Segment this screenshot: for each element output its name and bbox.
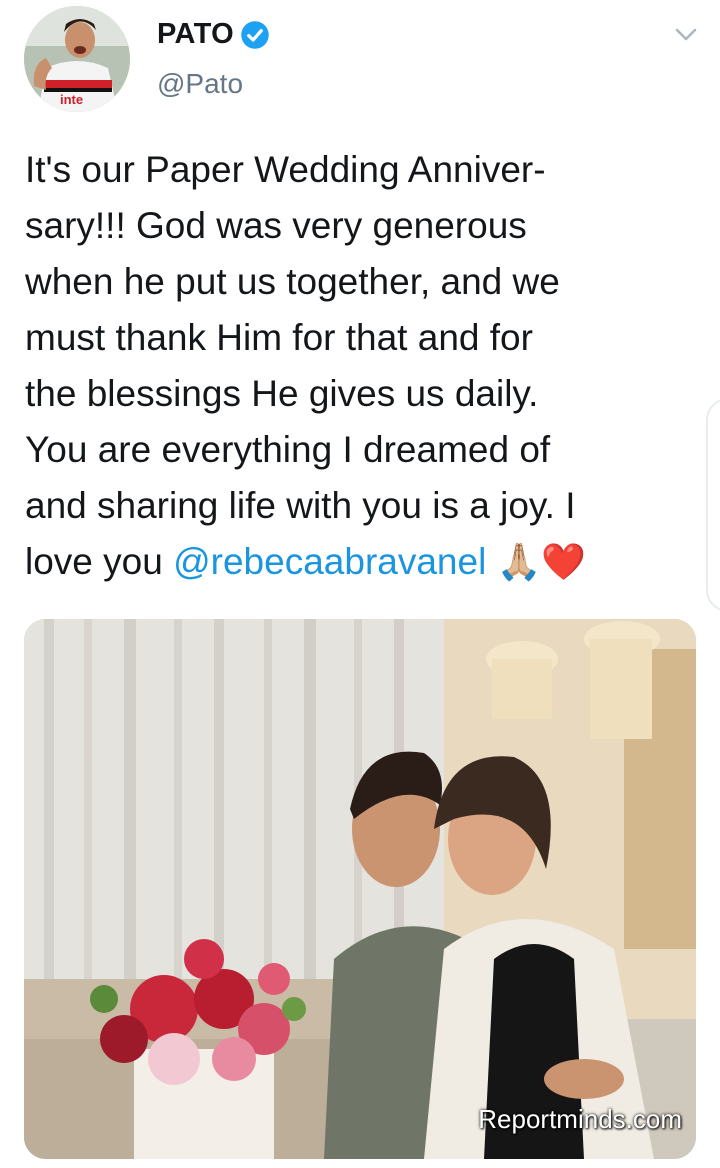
tweet-text-line: It's our Paper Wedding Anniver- — [25, 149, 546, 190]
watermark: Reportminds.com — [478, 1104, 682, 1134]
tweet-text: It's our Paper Wedding Anniver- sary!!! … — [25, 142, 697, 590]
verified-badge-icon — [241, 21, 269, 49]
display-name[interactable]: PATO — [157, 18, 234, 51]
tweet-photo[interactable]: Reportminds.com — [24, 619, 696, 1159]
avatar[interactable]: inte — [24, 6, 130, 112]
jersey-text: inte — [60, 92, 83, 107]
emoji-pray-heart: 🙏🏼❤️ — [496, 541, 587, 582]
tweet-text-line: and sharing life with you is a joy. I — [25, 485, 576, 526]
tweet-text-line: must thank Him for that and for — [25, 317, 533, 358]
player-avatar-icon: inte — [24, 6, 130, 112]
user-handle[interactable]: @Pato — [157, 68, 243, 100]
tweet-text-line: sary!!! God was very generous — [25, 205, 527, 246]
scroll-indicator[interactable] — [706, 398, 720, 612]
tweet-text-line: love you — [25, 541, 174, 582]
chevron-down-icon[interactable] — [672, 22, 700, 46]
couple-photo-icon — [24, 619, 696, 1159]
tweet-text-line: when he put us together, and we — [25, 261, 560, 302]
mention-link[interactable]: @rebecaabravanel — [173, 541, 486, 582]
tweet-text-line: the blessings He gives us daily. — [25, 373, 539, 414]
tweet-header: inte PATO @Pato — [0, 0, 720, 120]
tweet-text-line: You are everything I dreamed of — [25, 429, 551, 470]
